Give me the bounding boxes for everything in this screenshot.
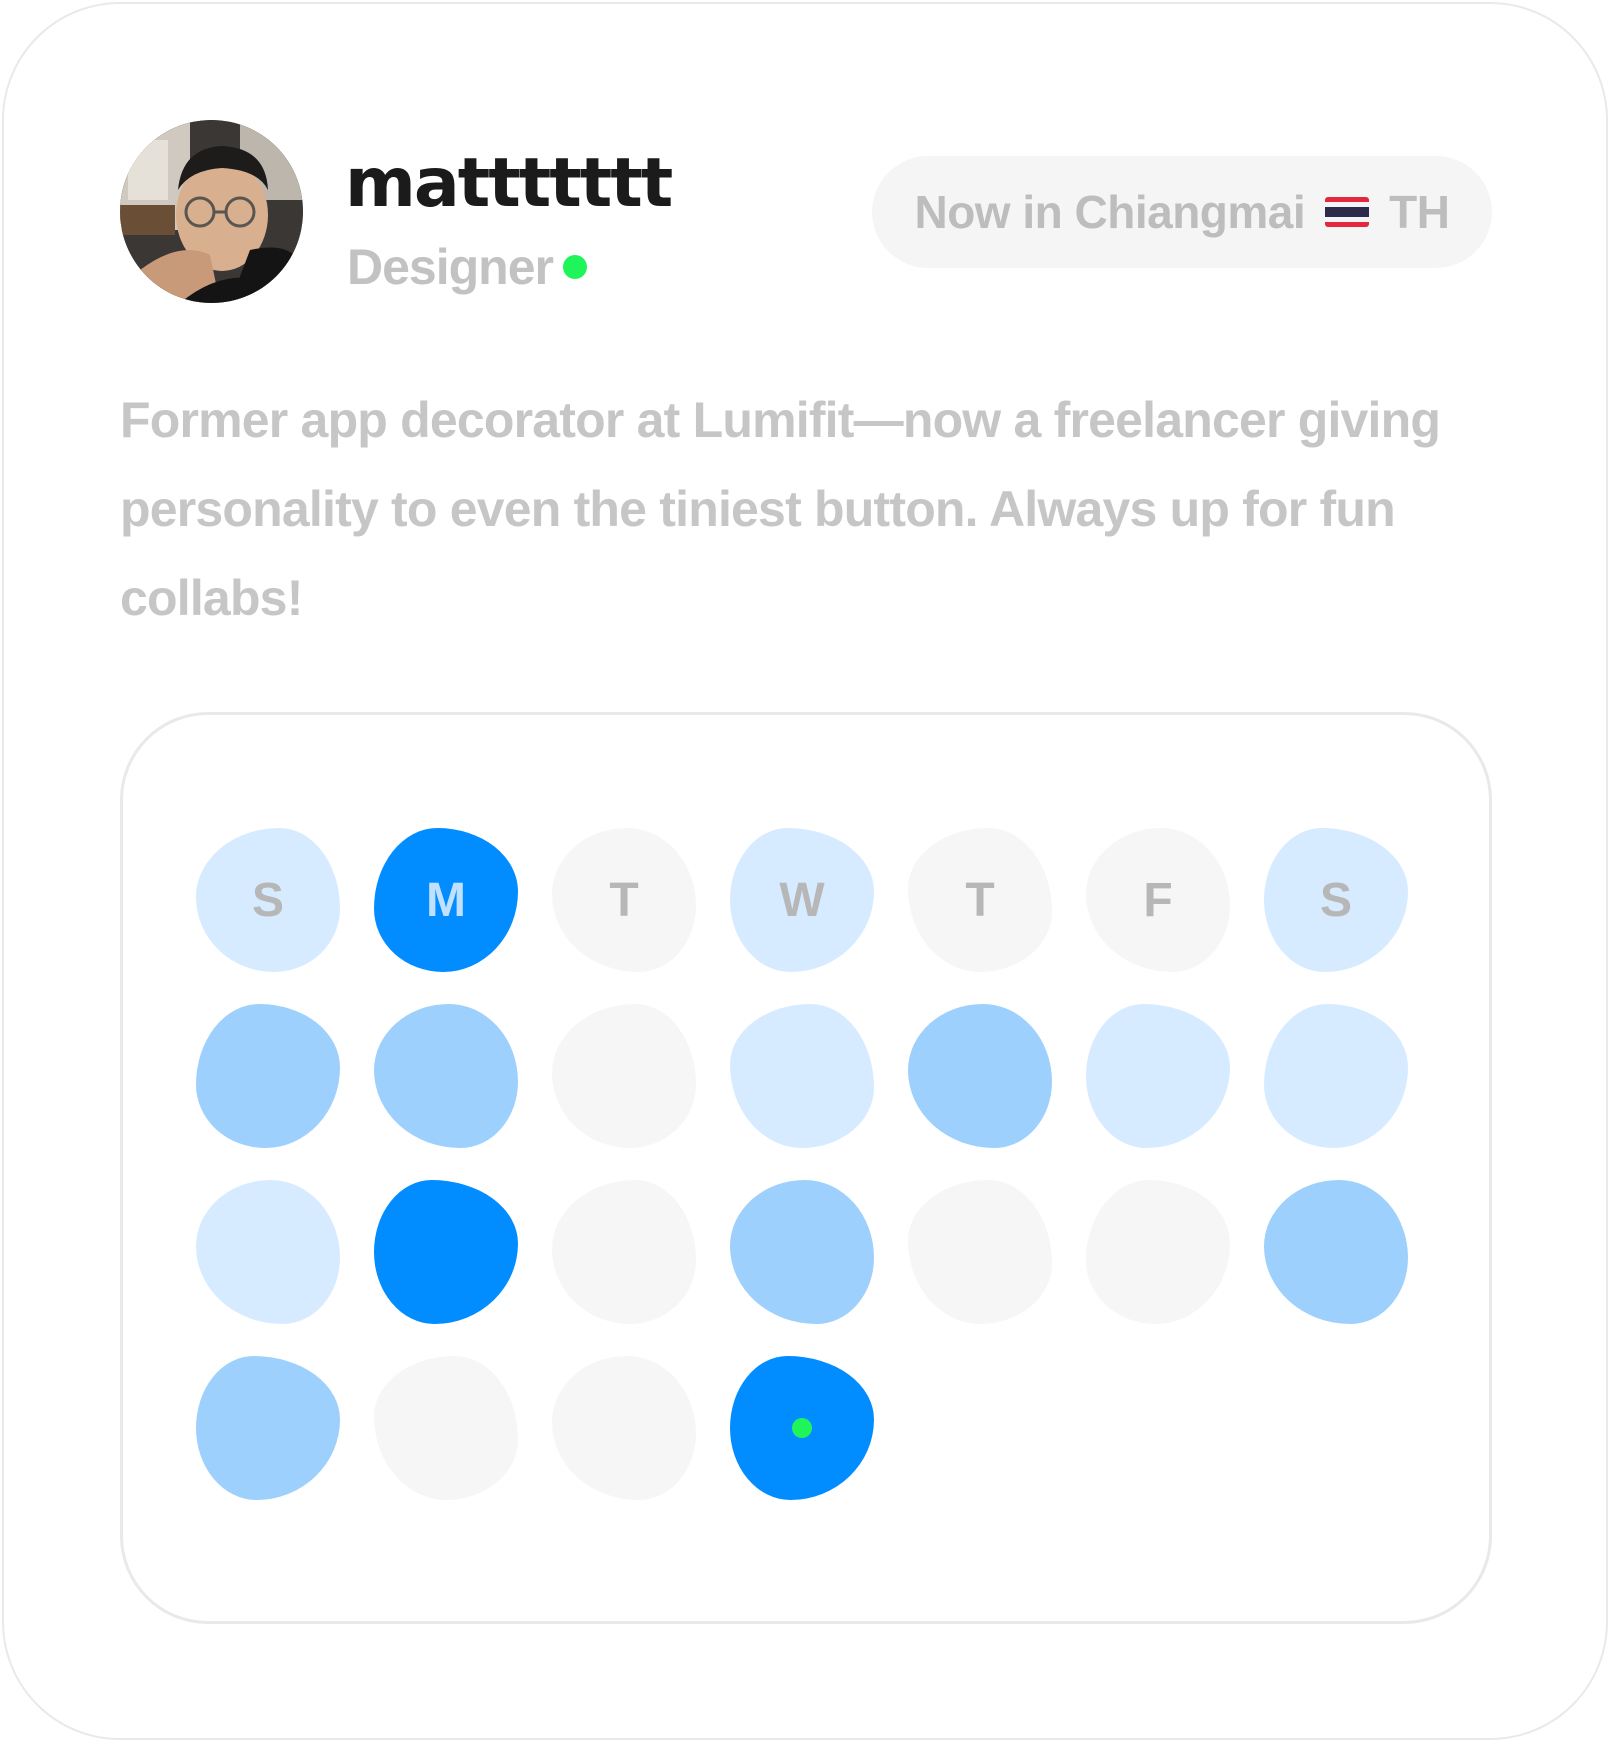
activity-grid: SMTWTFS xyxy=(196,828,1408,1500)
day-cell[interactable] xyxy=(730,1180,874,1324)
location-text: Now in Chiangmai xyxy=(914,186,1306,238)
day-cell[interactable] xyxy=(730,1004,874,1148)
day-cell[interactable] xyxy=(552,1004,696,1148)
day-cell[interactable] xyxy=(552,1180,696,1324)
day-cell[interactable] xyxy=(908,1180,1052,1324)
day-cell[interactable] xyxy=(1086,1004,1230,1148)
weekday-cell-0[interactable]: S xyxy=(196,828,340,972)
weekday-cell-4[interactable]: T xyxy=(908,828,1052,972)
day-cell[interactable] xyxy=(196,1004,340,1148)
role-label: Designer xyxy=(347,239,554,295)
day-cell[interactable] xyxy=(908,1004,1052,1148)
weekday-cell-2[interactable]: T xyxy=(552,828,696,972)
day-cell[interactable] xyxy=(1086,1180,1230,1324)
user-photo-icon xyxy=(120,120,303,303)
weekday-cell-1[interactable]: M xyxy=(374,828,518,972)
day-cell[interactable] xyxy=(1264,1004,1408,1148)
day-cell[interactable] xyxy=(374,1004,518,1148)
country-code: TH xyxy=(1389,186,1450,238)
day-cell[interactable] xyxy=(196,1180,340,1324)
location-badge[interactable]: Now in Chiangmai TH xyxy=(872,156,1492,268)
day-cell[interactable] xyxy=(196,1356,340,1500)
weekday-cell-5[interactable]: F xyxy=(1086,828,1230,972)
bio-text: Former app decorator at Lumifit—now a fr… xyxy=(120,392,1441,626)
weekday-cell-3[interactable]: W xyxy=(730,828,874,972)
day-cell[interactable] xyxy=(374,1180,518,1324)
day-cell[interactable] xyxy=(374,1356,518,1500)
weekday-cell-6[interactable]: S xyxy=(1264,828,1408,972)
avatar[interactable] xyxy=(120,120,303,303)
day-cell[interactable] xyxy=(730,1356,874,1500)
username: mattttttt xyxy=(345,144,673,223)
today-indicator-icon xyxy=(792,1418,812,1438)
thailand-flag-icon xyxy=(1325,197,1370,227)
role-row: Designer xyxy=(347,240,587,294)
day-cell[interactable] xyxy=(552,1356,696,1500)
online-status-icon xyxy=(562,255,587,279)
day-cell[interactable] xyxy=(1264,1180,1408,1324)
